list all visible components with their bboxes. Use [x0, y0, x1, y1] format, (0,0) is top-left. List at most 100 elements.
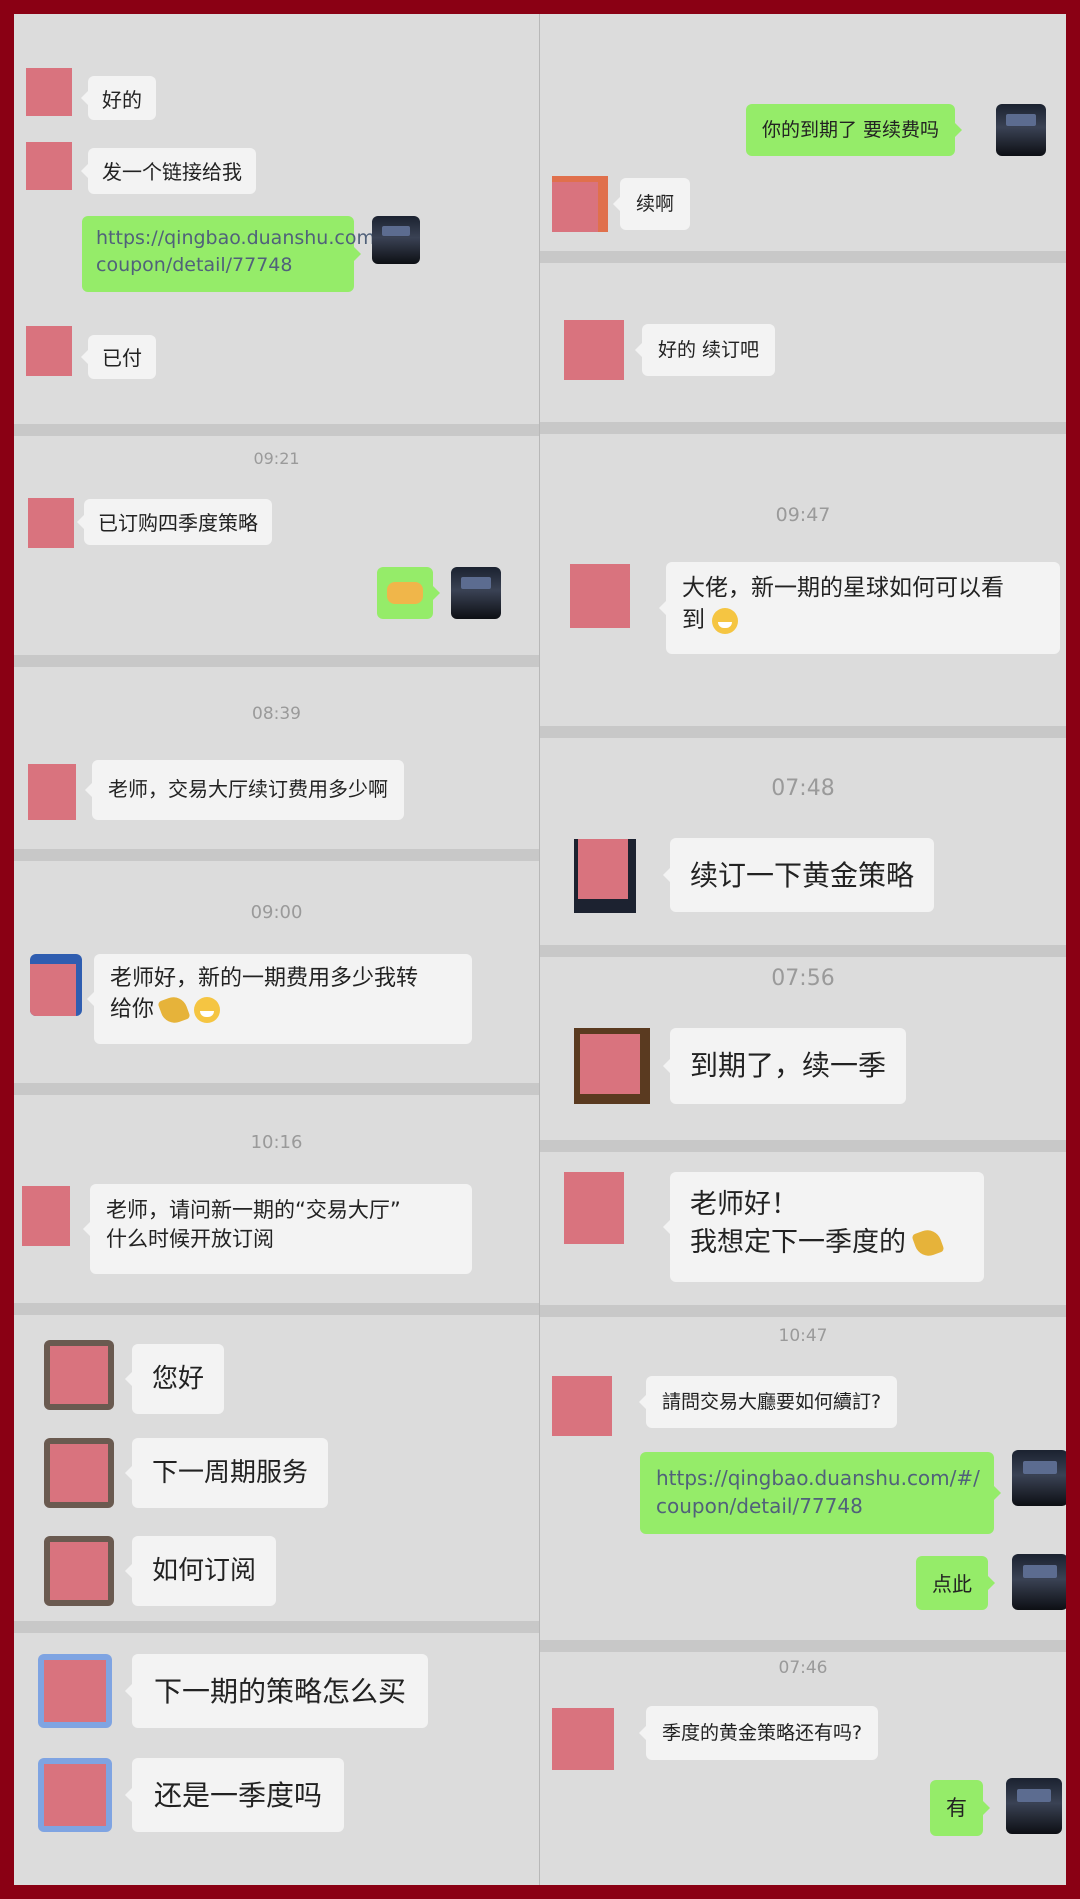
message-text: 续啊 — [636, 193, 675, 215]
panel-divider — [14, 1303, 539, 1315]
contact-avatar[interactable] — [30, 954, 82, 1016]
message-bubble[interactable]: 好的 续订吧 — [634, 324, 776, 376]
message-bubble[interactable]: 下一周期服务 — [124, 1438, 329, 1508]
message-text: 如何订阅 — [152, 1556, 257, 1586]
panel-divider — [540, 945, 1066, 957]
message-text: 到期了，续一季 — [690, 1049, 887, 1082]
contact-avatar[interactable] — [38, 1654, 112, 1728]
contact-avatar[interactable] — [552, 176, 608, 232]
message-text: 什么时候开放订阅 — [106, 1227, 274, 1252]
panel-divider — [540, 1140, 1066, 1152]
emoji-bubble[interactable] — [377, 567, 440, 619]
message-text: 老师好！ — [690, 1189, 798, 1220]
contact-avatar[interactable] — [552, 1708, 614, 1770]
link-bubble[interactable]: https://qingbao.duanshu.com/#/ coupon/de… — [640, 1452, 1001, 1534]
message-bubble[interactable]: 有 — [930, 1780, 990, 1836]
panel-divider — [540, 251, 1066, 263]
handshake-emoji-icon — [387, 581, 423, 604]
message-bubble[interactable]: 点此 — [916, 1556, 995, 1610]
timestamp: 07:56 — [771, 966, 835, 991]
message-text: 下一期的策略怎么买 — [154, 1675, 407, 1708]
contact-avatar[interactable] — [28, 764, 76, 820]
self-avatar[interactable] — [372, 216, 420, 264]
grin-emoji-icon — [712, 607, 739, 634]
link-bubble[interactable]: https://qingbao.duanshu.com/#/ coupon/de… — [82, 216, 404, 292]
message-bubble[interactable]: 续啊 — [612, 178, 691, 230]
timestamp: 07:46 — [778, 1658, 828, 1678]
contact-avatar[interactable] — [44, 1340, 114, 1410]
contact-avatar[interactable] — [22, 1186, 70, 1246]
message-text: 有 — [946, 1796, 967, 1820]
self-avatar[interactable] — [996, 104, 1046, 156]
message-bubble[interactable]: 已付 — [81, 335, 156, 379]
grin-emoji-icon — [194, 996, 221, 1023]
panel-divider — [540, 1640, 1066, 1652]
contact-avatar[interactable] — [564, 1172, 624, 1244]
message-text: 发一个链接给我 — [102, 160, 242, 184]
message-text: 点此 — [932, 1572, 972, 1596]
message-text: 請問交易大廳要如何續訂? — [662, 1391, 882, 1413]
link-text: coupon/detail/77748 — [656, 1494, 863, 1518]
message-text: 好的 — [102, 88, 142, 112]
self-avatar[interactable] — [451, 567, 501, 619]
contact-avatar[interactable] — [44, 1438, 114, 1508]
message-text: 你的到期了 要续费吗 — [762, 119, 940, 141]
contact-avatar[interactable] — [564, 320, 624, 380]
message-bubble[interactable]: 老师，交易大厅续订费用多少啊 — [85, 760, 404, 820]
contact-avatar[interactable] — [26, 68, 72, 116]
message-text: 已付 — [102, 346, 142, 370]
message-bubble[interactable]: 如何订阅 — [124, 1536, 277, 1606]
message-bubble[interactable]: 下一期的策略怎么买 — [124, 1654, 429, 1728]
message-bubble[interactable]: 续订一下黄金策略 — [662, 838, 935, 912]
right-chat-column: 你的到期了 要续费吗 续啊 好的 续订吧 09:47 大佬，新一期的星球如何可以… — [540, 14, 1066, 1885]
contact-avatar[interactable] — [574, 1028, 650, 1104]
message-bubble[interactable]: 老师好！ 我想定下一季度的 — [663, 1172, 984, 1282]
message-text: 老师好，新的一期费用多少我转 — [110, 966, 419, 991]
link-text: coupon/detail/77748 — [96, 253, 293, 276]
contact-avatar[interactable] — [574, 839, 636, 913]
pray-emoji-icon — [910, 1226, 945, 1260]
timestamp: 07:48 — [771, 776, 835, 801]
message-line: 到 — [682, 604, 1044, 636]
message-bubble[interactable]: 季度的黄金策略还有吗? — [638, 1706, 879, 1760]
message-bubble[interactable]: 你的到期了 要续费吗 — [746, 104, 963, 156]
message-text: 好的 续订吧 — [658, 339, 760, 361]
panel-divider — [14, 849, 539, 861]
message-bubble[interactable]: 到期了，续一季 — [662, 1028, 907, 1104]
self-avatar[interactable] — [1012, 1450, 1066, 1506]
message-bubble[interactable]: 您好 — [124, 1344, 225, 1414]
panel-divider — [540, 1305, 1066, 1317]
panel-divider — [14, 1083, 539, 1095]
message-text: 老师，请问新一期的“交易大厅” — [106, 1198, 401, 1222]
timestamp: 09:21 — [253, 449, 300, 468]
contact-avatar[interactable] — [38, 1758, 112, 1832]
contact-avatar[interactable] — [26, 326, 72, 376]
link-text: https://qingbao.duanshu.com/#/ — [96, 227, 404, 249]
message-text: 下一周期服务 — [152, 1458, 309, 1488]
message-text: 您好 — [152, 1364, 205, 1394]
message-bubble[interactable]: 还是一季度吗 — [124, 1758, 345, 1832]
message-bubble[interactable]: 請問交易大廳要如何續訂? — [638, 1376, 898, 1428]
panel-divider — [14, 424, 539, 436]
left-chat-column: 好的 发一个链接给我 https://qingbao.duanshu.com/#… — [14, 14, 539, 1885]
contact-avatar[interactable] — [44, 1536, 114, 1606]
contact-avatar[interactable] — [26, 142, 72, 190]
contact-avatar[interactable] — [570, 564, 630, 628]
self-avatar[interactable] — [1006, 1778, 1062, 1834]
collage-frame: 好的 发一个链接给我 https://qingbao.duanshu.com/#… — [14, 14, 1066, 1885]
message-text: 大佬，新一期的星球如何可以看 — [682, 575, 1004, 601]
message-bubble[interactable]: 老师好，新的一期费用多少我转 给你 — [87, 954, 472, 1044]
message-bubble[interactable]: 大佬，新一期的星球如何可以看 到 — [659, 562, 1060, 654]
message-line: 我想定下一季度的 — [690, 1224, 964, 1262]
contact-avatar[interactable] — [28, 498, 74, 548]
message-text: 季度的黄金策略还有吗? — [662, 1722, 863, 1744]
contact-avatar[interactable] — [552, 1376, 612, 1436]
message-bubble[interactable]: 发一个链接给我 — [81, 148, 256, 194]
timestamp: 09:47 — [775, 504, 831, 526]
message-bubble[interactable]: 老师，请问新一期的“交易大厅” 什么时候开放订阅 — [83, 1184, 472, 1274]
message-bubble[interactable]: 好的 — [81, 76, 156, 120]
message-text: 给你 — [110, 996, 155, 1022]
message-text: 老师，交易大厅续订费用多少啊 — [108, 777, 388, 801]
message-bubble[interactable]: 已订购四季度策略 — [77, 499, 272, 545]
self-avatar[interactable] — [1012, 1554, 1066, 1610]
